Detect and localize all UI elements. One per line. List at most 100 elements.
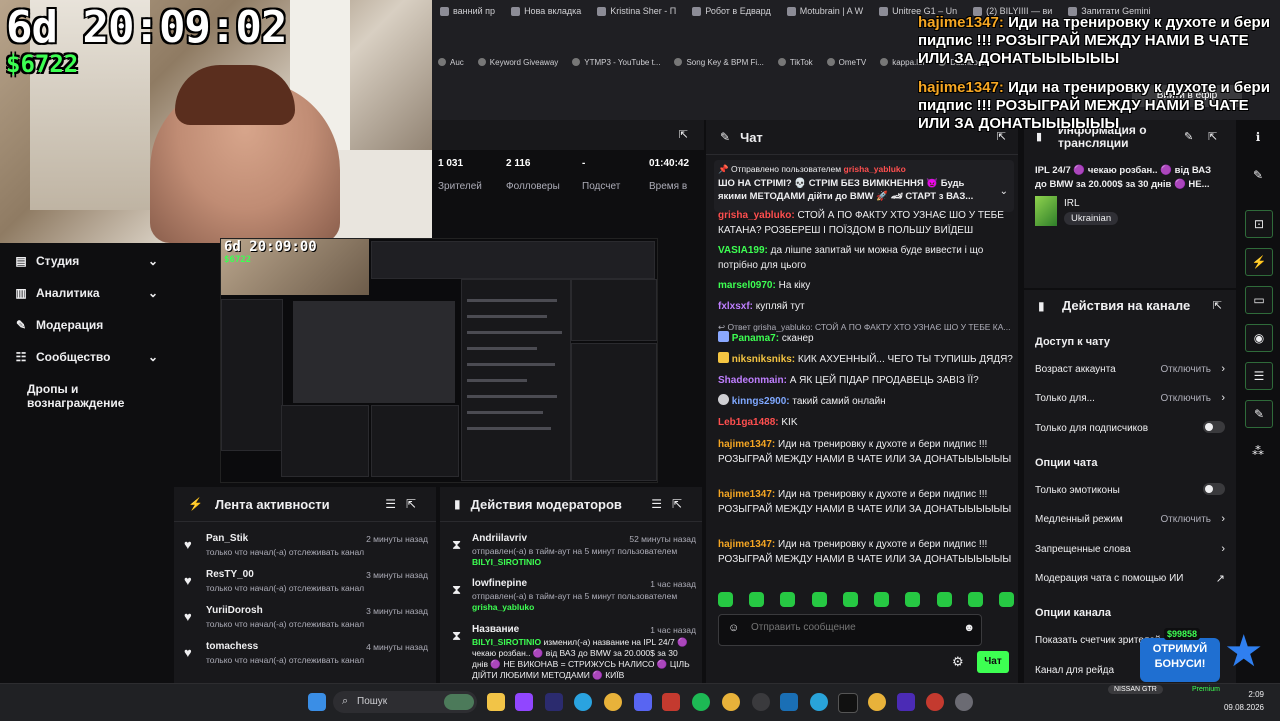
popout-icon[interactable]: ⇱ <box>679 128 688 141</box>
emoji-icon[interactable]: ☻ <box>963 622 975 634</box>
system-clock[interactable]: 2:09 09.08.2026 <box>1224 688 1264 714</box>
taskbar-search[interactable]: ⌕ Пошук <box>333 691 477 713</box>
emote-icon[interactable] <box>998 592 1014 607</box>
chat-username[interactable]: marsel0970: <box>718 280 776 291</box>
browser-tab[interactable]: Нова вкладка <box>503 0 589 22</box>
bolt-icon[interactable]: ⚡ <box>1245 248 1273 276</box>
list-icon[interactable]: ☰ <box>1245 362 1273 390</box>
app-icon[interactable] <box>897 693 915 711</box>
terminal-icon[interactable] <box>838 693 858 713</box>
clip-icon[interactable]: ⊡ <box>1245 210 1273 238</box>
chat-username[interactable]: grisha_yabluko: <box>718 210 795 221</box>
tab-label: Kristina Sher - П <box>610 6 677 16</box>
sidebar-item-community[interactable]: ☷ Сообщество ⌄ <box>14 350 158 364</box>
bookmark[interactable]: Auc <box>432 54 470 70</box>
popout-icon[interactable]: ⇱ <box>1213 299 1222 312</box>
sidebar-item-moderation[interactable]: ✎ Модерация <box>14 318 158 332</box>
file-explorer-icon[interactable] <box>487 693 505 711</box>
chat-username[interactable]: fxlxsxf: <box>718 301 753 312</box>
obs-icon[interactable] <box>752 693 770 711</box>
setting-account-age[interactable]: Возраст аккаунта Отключить › <box>1035 363 1225 375</box>
chat-username[interactable]: VASIA199: <box>718 245 768 256</box>
setting-slow-mode[interactable]: Медленный режим Отключить › <box>1035 513 1225 525</box>
pinned-message[interactable]: 📌 Отправлено пользователем grisha_yabluk… <box>714 160 1014 212</box>
chat-username[interactable]: hajime1347: <box>718 489 775 500</box>
emote-icon[interactable] <box>811 592 827 607</box>
subs-only-toggle[interactable] <box>1203 421 1225 433</box>
chat-username[interactable]: Shadeonmain: <box>718 375 787 386</box>
activity-name[interactable]: YuriiDorosh <box>206 605 263 616</box>
emote-icon[interactable] <box>967 592 983 607</box>
sidebar-item-studio[interactable]: ▤ Студия ⌄ <box>14 254 158 268</box>
chat-username[interactable]: Leb1ga1488: <box>718 417 779 428</box>
emote-icon[interactable] <box>718 592 733 607</box>
mod-target[interactable]: lowfinepine <box>472 578 527 589</box>
app-icon[interactable] <box>780 693 798 711</box>
chrome-icon[interactable] <box>722 693 740 711</box>
chrome-icon[interactable] <box>868 693 886 711</box>
chevron-down-icon[interactable]: ⌄ <box>1000 186 1008 197</box>
language-tag[interactable]: Ukrainian <box>1064 212 1119 225</box>
app-icon[interactable] <box>926 693 944 711</box>
setting-only-for[interactable]: Только для... Отключить › <box>1035 392 1225 404</box>
chat-username[interactable]: hajime1347: <box>718 539 775 550</box>
browser-tab[interactable]: Motubrain | A W <box>779 0 871 22</box>
chat-username[interactable]: Panama7: <box>732 333 779 344</box>
bookmark[interactable]: Keyword Giveaway <box>472 54 564 70</box>
windows-start-icon[interactable] <box>308 693 326 711</box>
wrench-icon[interactable]: ✎ <box>1245 400 1273 428</box>
sidebar-item-drops[interactable]: Дропы и вознаграждение <box>27 382 177 410</box>
category-name[interactable]: IRL <box>1064 198 1080 209</box>
emote-icon[interactable] <box>842 592 858 607</box>
spotify-icon[interactable] <box>692 693 710 711</box>
stream-title: IPL 24/7 🟣 чекаю розбан.. 🟣 від ВАЗ до B… <box>1035 165 1212 190</box>
emote-icon[interactable] <box>905 592 921 607</box>
chat-send-button[interactable]: Чат <box>977 651 1009 673</box>
emote-icon[interactable] <box>874 592 890 607</box>
chat-input-box[interactable]: ☺ ☻ <box>718 614 982 646</box>
mod-target[interactable]: Andriilavriv <box>472 533 527 544</box>
broadcast-icon[interactable]: ◉ <box>1245 324 1273 352</box>
setting-ai-moderation[interactable]: Модерация чата с помощью ИИ ↗ <box>1035 573 1225 585</box>
discord-icon[interactable] <box>634 693 652 711</box>
chat-username[interactable]: kinngs2900: <box>732 396 790 407</box>
pinned-author[interactable]: grisha_yabluko <box>844 164 906 174</box>
emote-icon[interactable] <box>749 592 765 607</box>
chat-username[interactable]: niksniksniks: <box>732 354 795 365</box>
browser-tab[interactable]: ванний пр <box>432 0 503 22</box>
browser-tab[interactable]: Робот в Едвард <box>684 0 778 22</box>
telegram-icon[interactable] <box>574 693 592 711</box>
emote-icon[interactable] <box>936 592 952 607</box>
mod-author[interactable]: BILYI_SIROTINIO <box>472 557 541 567</box>
mod-author[interactable]: BILYI_SIROTINIO <box>472 637 541 647</box>
emotes-only-toggle[interactable] <box>1203 483 1225 495</box>
app-icon[interactable] <box>662 693 680 711</box>
bookmark[interactable]: YTMP3 - YouTube t... <box>566 54 666 70</box>
panel-options-icon[interactable]: ☰⇱ <box>385 497 426 511</box>
photoshop-icon[interactable] <box>545 693 563 711</box>
activity-name[interactable]: Pan_Stik <box>206 533 248 544</box>
activity-name[interactable]: ResTY_00 <box>206 569 254 580</box>
chrome-icon[interactable] <box>604 693 622 711</box>
chat-username[interactable]: hajime1347: <box>718 439 775 450</box>
sidebar-item-analytics[interactable]: ▥ Аналитика ⌄ <box>14 286 158 300</box>
bookmark[interactable]: TikTok <box>772 54 819 70</box>
gear-icon[interactable]: ⚙ <box>952 654 964 670</box>
activity-name[interactable]: tomachess <box>206 641 258 652</box>
chat-input[interactable] <box>749 621 953 634</box>
extensions-icon[interactable]: ⁂ <box>1245 438 1271 464</box>
badge-icon <box>718 394 729 405</box>
emote-picker-icon[interactable]: ☺ <box>728 622 739 634</box>
emote-icon[interactable] <box>780 592 796 607</box>
bookmark[interactable]: OmeTV <box>821 54 873 70</box>
panel-options-icon[interactable]: ☰⇱ <box>651 497 692 511</box>
edge-icon[interactable] <box>810 693 828 711</box>
chat-bubble-icon[interactable]: ▭ <box>1245 286 1273 314</box>
pencil-icon[interactable]: ✎ <box>1245 162 1271 188</box>
twitch-icon[interactable] <box>515 693 533 711</box>
media-player-icon[interactable] <box>955 693 973 711</box>
browser-tab[interactable]: Kristina Sher - П <box>589 0 684 22</box>
mod-author[interactable]: grisha_yabluko <box>472 602 534 612</box>
bookmark[interactable]: Song Key & BPM Fi... <box>668 54 769 70</box>
setting-banned-words[interactable]: Запрещенные слова › <box>1035 543 1225 555</box>
